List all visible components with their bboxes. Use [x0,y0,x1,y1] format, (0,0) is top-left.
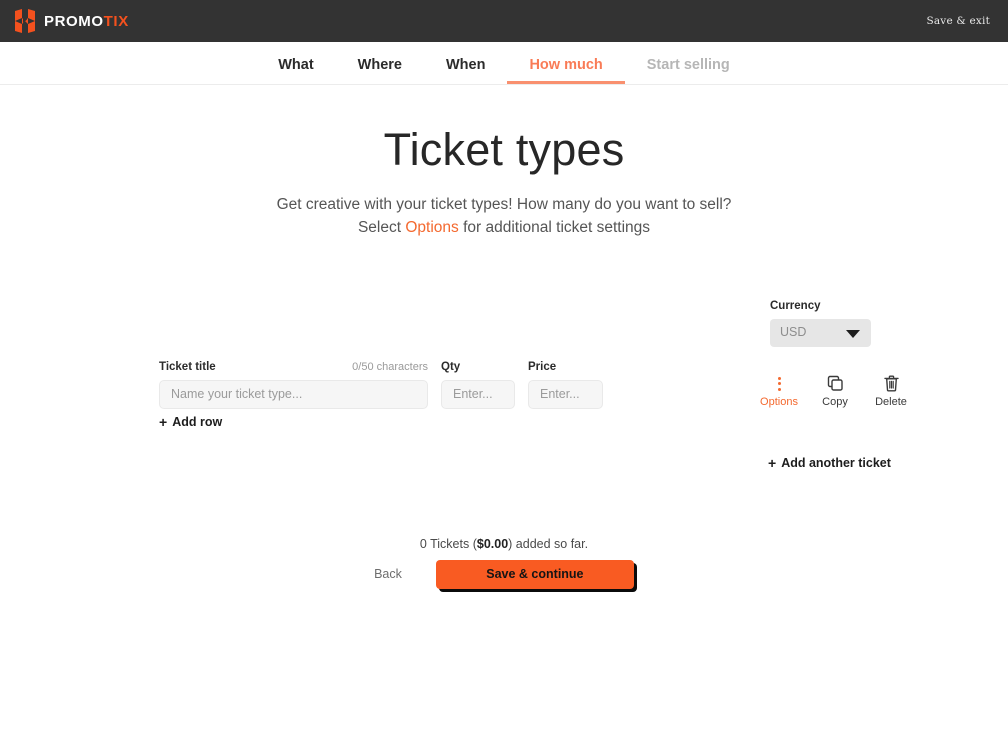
add-another-ticket-button[interactable]: + Add another ticket [768,456,891,470]
top-bar: PROMOTIX Save & exit [0,0,1008,42]
ticket-title-field: Ticket title 0/50 characters [159,361,428,409]
copy-button[interactable]: Copy [816,374,854,408]
delete-button[interactable]: Delete [872,374,910,408]
save-and-continue-button[interactable]: Save & continue [435,560,634,589]
plus-icon: + [159,414,168,430]
trash-icon [883,374,899,393]
options-label: Options [760,396,798,408]
options-button[interactable]: Options [760,374,798,408]
ticket-title-input[interactable] [159,379,428,409]
brand-name-white: PROMO [44,12,104,30]
copy-icon [827,374,844,393]
footer-actions: Back Save & continue [0,560,1008,589]
delete-label: Delete [875,396,907,408]
row-actions: Options Copy Delete [760,374,910,408]
brand-logo[interactable]: PROMOTIX [14,9,129,33]
page-subtitle: Get creative with your ticket types! How… [0,193,1008,240]
back-button[interactable]: Back [374,568,402,581]
tab-where[interactable]: Where [336,57,424,85]
subtitle-line-2: Select Options for additional ticket set… [0,216,1008,240]
qty-head: Qty [441,361,515,374]
summary-suffix: ) added so far. [508,537,589,551]
subtitle-prefix: Select [357,219,406,237]
ticket-title-head: Ticket title 0/50 characters [159,361,428,374]
add-row-label: Add row [172,414,223,429]
wizard-tabs: What Where When How much Start selling [0,42,1008,85]
add-another-ticket-label: Add another ticket [781,455,891,470]
summary-prefix: 0 Tickets ( [419,537,477,551]
brand-wordmark: PROMOTIX [44,14,129,29]
currency-label: Currency [770,300,821,312]
tab-start-selling[interactable]: Start selling [625,57,752,85]
summary-amount: $0.00 [476,537,509,551]
hero-section: Ticket types Get creative with your tick… [0,124,1008,240]
tab-when[interactable]: When [424,57,507,85]
ticket-row: Ticket title 0/50 characters Qty Price [159,361,603,409]
qty-input[interactable] [441,379,515,409]
ticket-types-page: PROMOTIX Save & exit What Where When How… [0,0,1008,756]
ticket-title-label: Ticket title [159,361,216,373]
promotix-logo-icon [14,9,36,33]
brand-name-orange: TIX [103,12,129,30]
currency-value: USD [780,325,807,340]
kebab-menu-icon [777,374,781,393]
tickets-summary: 0 Tickets ($0.00) added so far. [0,538,1008,551]
currency-block: Currency USD [770,300,872,347]
subtitle-line-1: Get creative with your ticket types! How… [276,195,732,213]
qty-field: Qty [441,361,515,409]
price-field: Price [528,361,603,409]
plus-icon: + [768,455,777,471]
price-head: Price [528,361,603,374]
tab-what[interactable]: What [256,57,335,85]
qty-label: Qty [441,361,461,373]
price-label: Price [528,361,557,373]
subtitle-suffix: for additional ticket settings [458,219,651,237]
options-inline-link[interactable]: Options [405,219,458,236]
add-row-button[interactable]: + Add row [159,415,222,429]
save-and-exit-link[interactable]: Save & exit [926,15,994,27]
copy-label: Copy [822,396,848,408]
price-input[interactable] [528,379,603,409]
chevron-down-icon [846,329,860,338]
ticket-title-char-count: 0/50 characters [352,361,428,373]
currency-select[interactable]: USD [770,318,871,347]
tab-how-much[interactable]: How much [507,57,625,84]
page-title: Ticket types [383,124,625,175]
